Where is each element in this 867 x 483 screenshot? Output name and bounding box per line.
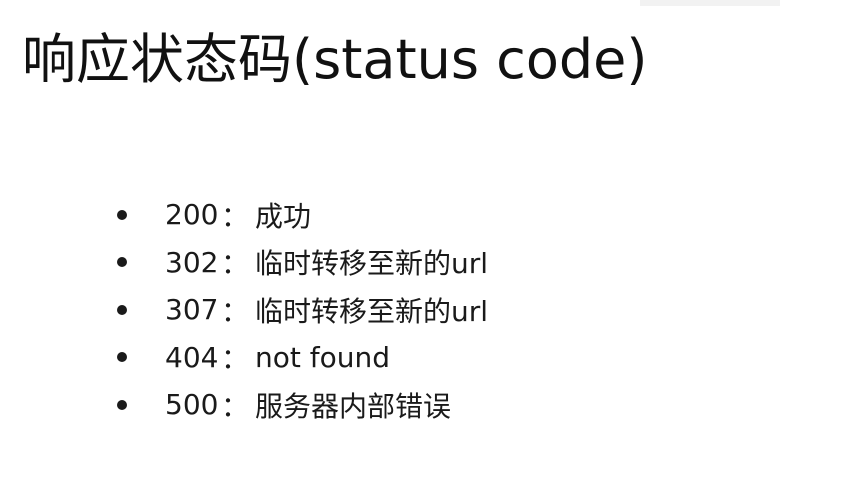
separator: ： [221, 199, 250, 233]
slide-title: 响应状态码(status code) [22, 28, 648, 91]
bullet-icon [117, 209, 127, 220]
bullet-icon [117, 399, 127, 410]
status-description: 成功 [255, 199, 312, 233]
status-code: 404 [165, 340, 219, 374]
separator: ： [221, 247, 250, 281]
list-item: 404 ： not found [112, 334, 488, 382]
status-description: 临时转移至新的url [255, 247, 489, 281]
status-code: 500 [165, 388, 219, 422]
list-item: 302 ： 临时转移至新的url [112, 239, 488, 287]
status-code: 302 [165, 245, 219, 279]
top-shade [640, 0, 780, 6]
list-item: 500 ： 服务器内部错误 [112, 381, 488, 429]
separator: ： [221, 389, 250, 423]
bullet-icon [117, 352, 127, 363]
list-item: 307 ： 临时转移至新的url [112, 286, 488, 334]
list-item: 200 ： 成功 [112, 191, 488, 239]
separator: ： [221, 342, 250, 376]
status-code-list: 200 ： 成功 302 ： 临时转移至新的url 307 ： 临时转移至新的u… [112, 191, 488, 429]
separator: ： [221, 294, 250, 328]
status-description: 服务器内部错误 [255, 389, 452, 423]
bullet-icon [117, 304, 127, 315]
status-description: not found [255, 340, 391, 374]
status-code: 307 [165, 293, 219, 327]
slide: 响应状态码(status code) 200 ： 成功 302 ： 临时转移至新… [0, 0, 867, 483]
bullet-icon [117, 257, 127, 268]
status-description: 临时转移至新的url [255, 294, 489, 328]
status-code: 200 [165, 198, 219, 232]
